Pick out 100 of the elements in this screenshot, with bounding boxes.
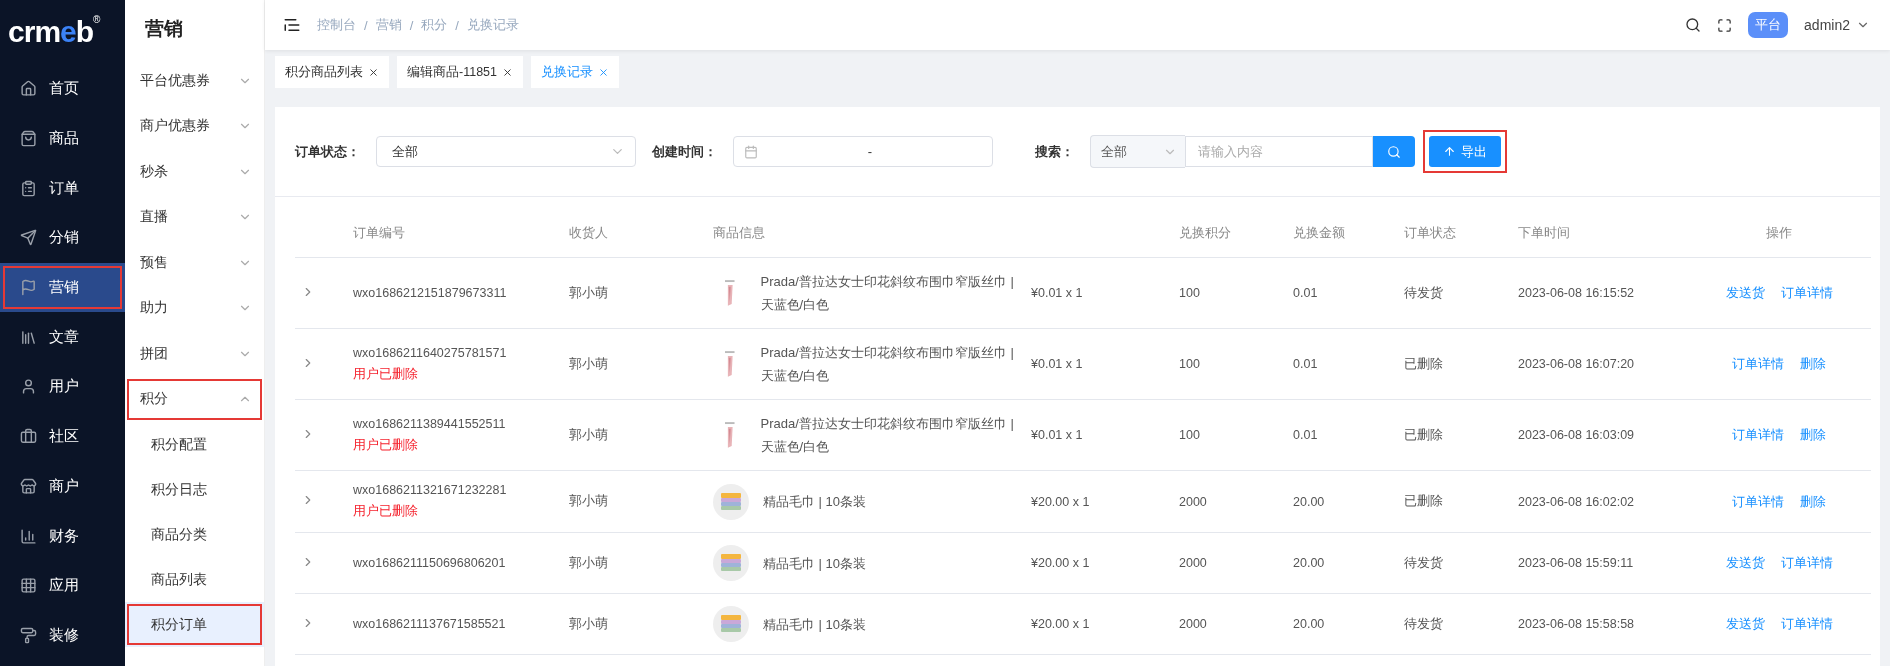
nav-icon [20,527,37,545]
table-cell: 0.01 [1287,328,1398,400]
logo: crmeb® [7,13,101,50]
close-icon[interactable] [368,66,379,78]
search-button[interactable] [1373,136,1415,167]
table-cell: ¥20.00 x 1 [1025,532,1173,594]
deleted-note: 用户已删除 [353,503,419,520]
deleted-note: 用户已删除 [353,365,419,383]
table-cell: ¥20.00 x 1 [1025,593,1173,655]
submenu-item[interactable]: 商品列表 [125,557,264,602]
nav-icon [20,130,37,148]
table-cell: 2023-06-08 15:59:11 [1512,532,1687,594]
column-header: 订单状态 [1398,210,1512,258]
calendar-icon [744,144,758,159]
nav-item[interactable]: 首页 [0,64,125,114]
product-name: 精品毛巾 | 10条装 [763,493,867,511]
menu-item[interactable]: 直播 [125,194,264,240]
table-cell: 郭小萌 [563,532,707,594]
nav-item[interactable]: 分销 [0,213,125,263]
table-cell: 100 [1173,257,1287,329]
status-select[interactable]: 全部 [376,136,636,167]
nav-icon [20,279,37,297]
nav-item[interactable]: 社区 [0,411,125,462]
close-icon[interactable] [502,66,513,78]
arrow-up-icon [1443,145,1456,158]
menu-item[interactable]: 平台优惠券 [125,58,264,104]
table-cell: 20.00 [1287,593,1398,655]
date-range-field[interactable]: - [733,136,993,167]
table-cell: 已删除 [1398,328,1512,400]
column-header: 收货人 [563,210,707,258]
nav-icon [20,626,37,644]
table-cell: 郭小萌 [563,257,707,329]
order-number: wxo1686211321671232281 [353,483,508,497]
table-cell: 待发货 [1398,257,1512,329]
nav-icon [20,229,37,247]
menu-item[interactable]: 秒杀 [125,149,264,195]
order-number: wxo1686211640275781571 [353,345,508,360]
column-header: 商品信息 [707,210,1173,258]
menu-item[interactable]: 商户优惠券 [125,103,264,149]
page-tab[interactable]: 积分商品列表 [275,56,389,88]
breadcrumb-separator: / [455,17,459,33]
search-icon [1387,144,1401,159]
table-cell: 已删除 [1398,399,1512,471]
table-cell: ¥0.01 x 1 [1025,399,1173,471]
nav-icon [20,378,37,396]
nav-item[interactable]: 商品 [0,113,125,164]
nav-icon [20,179,37,197]
table-cell: 郭小萌 [563,593,707,655]
submenu-item[interactable]: 积分日志 [125,467,264,512]
table-cell: 待发货 [1398,593,1512,655]
field-label: 创建时间： [652,142,717,161]
nav-item[interactable]: 订单 [0,163,125,214]
table-cell: 2023-06-08 15:58:58 [1512,593,1687,655]
table-cell: 2023-06-08 16:02:02 [1512,470,1687,533]
user-menu[interactable]: admin2 [1804,17,1850,33]
nav-item[interactable]: 应用 [0,560,125,611]
nav-icon [20,577,37,595]
search-field[interactable]: 请输入内容 [1185,136,1373,167]
submenu-item[interactable]: 积分配置 [125,422,264,467]
menu-icon[interactable] [283,16,301,34]
breadcrumb-separator: / [364,17,368,33]
table-cell: 郭小萌 [563,399,707,471]
product-name: 精品毛巾 | 10条装 [763,615,867,634]
menu-item[interactable]: 预售 [125,240,264,286]
table-cell: 0.01 [1287,257,1398,329]
order-number: wxo1686211137671585521 [353,617,507,631]
nav-item[interactable]: 用户 [0,362,125,412]
fullscreen-icon[interactable] [1717,17,1733,33]
breadcrumb-separator: / [409,17,414,33]
submenu-item[interactable]: 商品分类 [125,512,264,557]
section-title: 营销 [144,17,184,41]
column-header: 兑换金额 [1287,210,1398,258]
product-name: Prada/普拉达女士印花斜纹布围巾窄版丝巾 | 天蓝色/白色 [760,415,1015,456]
table-cell: 20.00 [1287,532,1398,594]
nav-icon [20,328,37,346]
page-tab[interactable]: 编辑商品-11851 [397,56,523,88]
nav-item[interactable]: 商户 [0,461,125,512]
menu-item[interactable]: 积分 [125,376,264,422]
column-header: 下单时间 [1512,210,1687,258]
submenu-item[interactable]: 积分订单 [125,602,264,647]
nav-item[interactable]: 装修 [0,610,125,661]
column-header: 订单编号 [347,210,563,258]
menu-item[interactable]: 助力 [125,285,264,331]
nav-item[interactable]: 财务 [0,511,125,561]
table-cell: 2023-06-08 16:07:20 [1512,328,1687,400]
search-scope-select[interactable]: 全部 [1090,135,1185,168]
table-cell: 0.01 [1287,399,1398,471]
nav-item[interactable]: 文章 [0,312,125,363]
table-cell: ¥20.00 x 1 [1025,470,1173,533]
search-icon[interactable] [1685,17,1702,33]
nav-icon [20,477,37,495]
table-cell: 郭小萌 [563,328,707,400]
nav-item[interactable]: 营销 [0,262,125,313]
order-number: wxo1686212151879673311 [353,286,508,300]
menu-item[interactable]: 拼团 [125,331,264,377]
table-cell: ¥0.01 x 1 [1025,257,1173,329]
platform-badge: 平台 [1748,12,1789,38]
product-name: Prada/普拉达女士印花斜纹布围巾窄版丝巾 | 天蓝色/白色 [760,344,1015,385]
table-cell: 100 [1173,328,1287,400]
table-cell: 2023-06-08 16:15:52 [1512,257,1687,329]
